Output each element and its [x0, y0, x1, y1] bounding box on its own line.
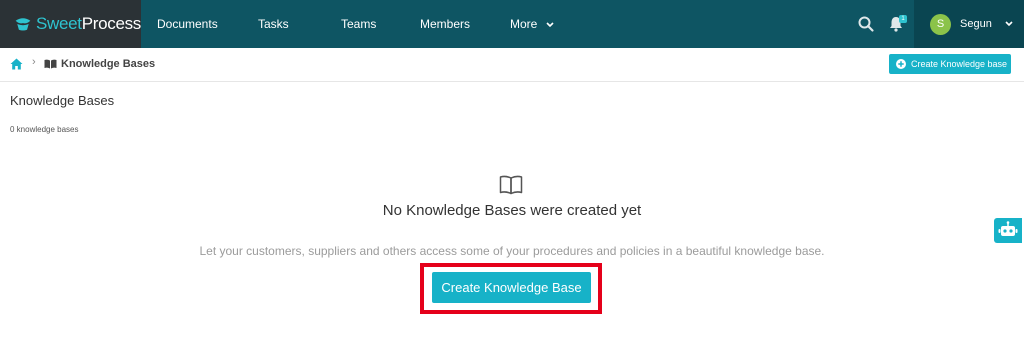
nav-more[interactable]: More	[510, 0, 554, 48]
empty-state-title: No Knowledge Bases were created yet	[382, 202, 642, 219]
logo-text: SweetProcess	[35, 14, 141, 33]
create-knowledge-base-header-button[interactable]: Create Knowledge base	[889, 54, 1011, 74]
nav-tasks[interactable]: Tasks	[258, 0, 289, 48]
top-navbar: SweetProcess Documents Tasks Teams Membe…	[0, 0, 1024, 48]
create-knowledge-base-header-label: Create Knowledge base	[911, 59, 1008, 69]
nav-teams[interactable]: Teams	[341, 0, 376, 48]
book-icon	[499, 175, 523, 195]
robot-icon	[998, 221, 1018, 236]
nav-more-label: More	[510, 17, 538, 31]
chat-bot-button[interactable]	[994, 218, 1022, 243]
cup-logo-icon	[15, 18, 31, 31]
user-menu[interactable]: S Segun	[914, 0, 1024, 48]
create-knowledge-base-button[interactable]: Create Knowledge Base	[432, 272, 591, 303]
sweetprocess-logo[interactable]: SweetProcess	[0, 0, 141, 48]
chevron-down-icon	[1005, 21, 1013, 27]
book-icon	[44, 59, 57, 69]
nav-members[interactable]: Members	[420, 0, 470, 48]
notification-count-badge: 1	[899, 15, 907, 23]
breadcrumb-separator: ›	[32, 56, 36, 68]
breadcrumb: › Knowledge Bases	[0, 48, 1024, 82]
home-icon[interactable]	[10, 58, 23, 70]
avatar: S	[930, 13, 951, 35]
nav-documents[interactable]: Documents	[157, 0, 218, 48]
chevron-down-icon	[546, 22, 554, 27]
plus-circle-icon	[896, 59, 906, 69]
breadcrumb-current: Knowledge Bases	[61, 58, 156, 70]
page-title: Knowledge Bases	[10, 93, 115, 108]
search-icon[interactable]	[857, 15, 875, 33]
empty-state-description: Let your customers, suppliers and others…	[199, 244, 825, 258]
knowledge-base-count: 0 knowledge bases	[10, 125, 79, 134]
user-name: Segun	[960, 18, 992, 30]
